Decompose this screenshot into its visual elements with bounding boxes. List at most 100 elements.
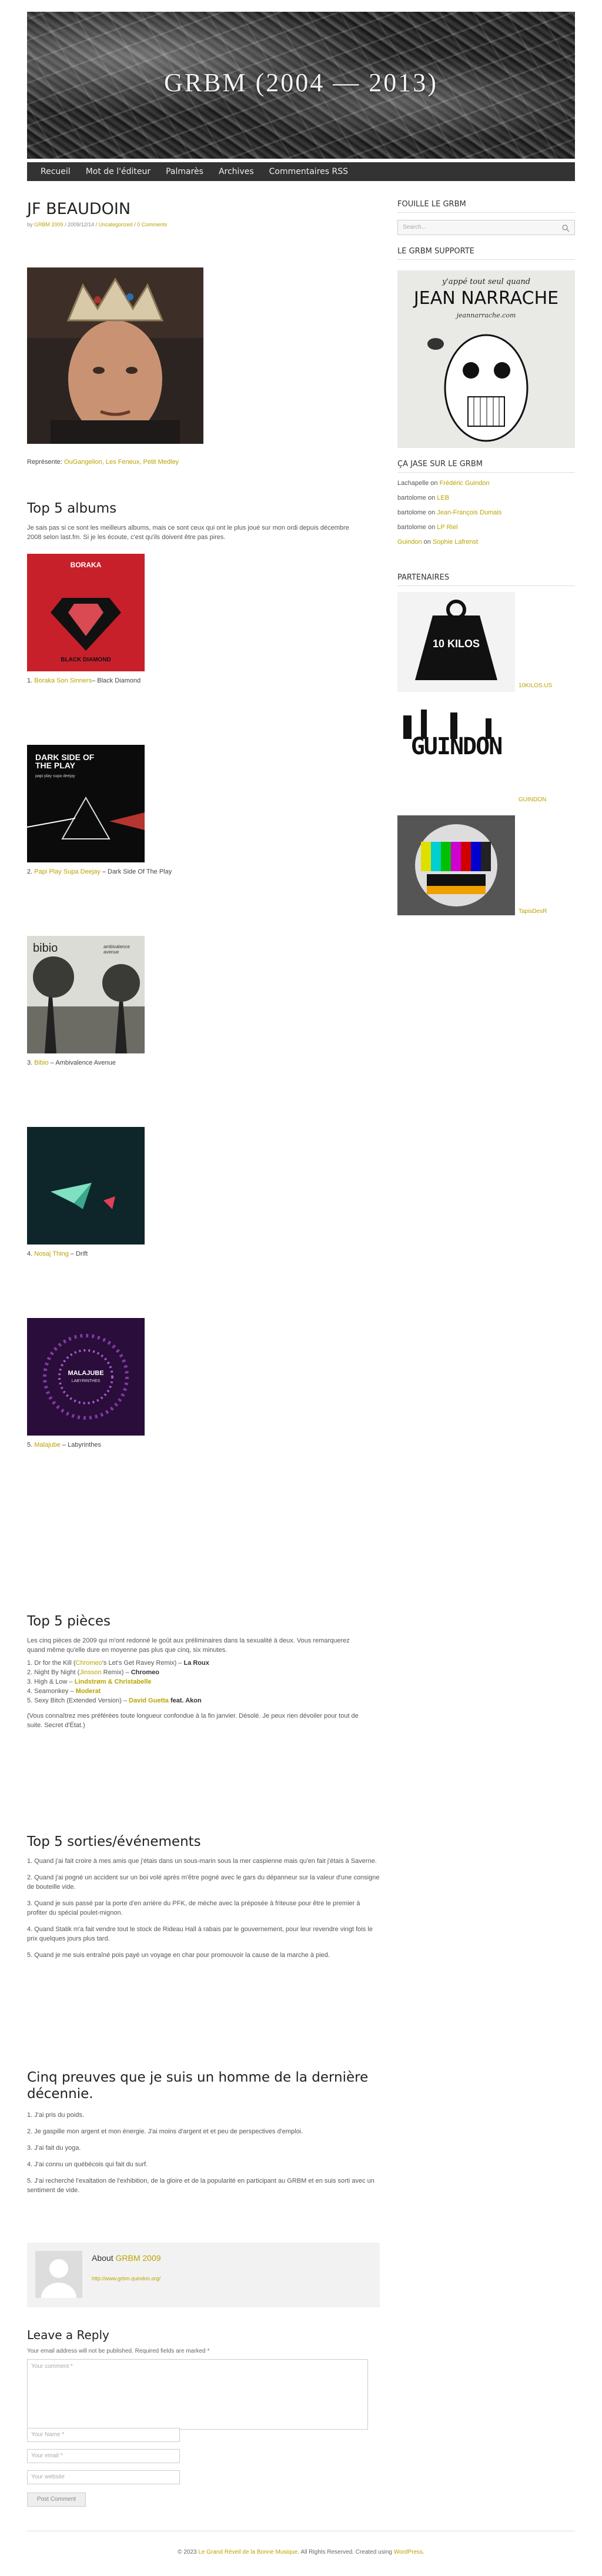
partner-link[interactable]: 10KILOS.US xyxy=(519,683,552,689)
represente-links[interactable]: OuGangelion, Les Feneux, Petit Medley xyxy=(64,459,179,466)
sorties-list: 1. Quand j'ai fait croire à mes amis que… xyxy=(27,1856,380,1960)
piece-link[interactable]: Moderat xyxy=(76,1688,101,1695)
top5-albums-heading: Top 5 albums xyxy=(27,501,117,516)
site-wrapper: GRBM (2004 — 2013) Recueil Mot de l'édit… xyxy=(27,12,575,181)
piece-text: Remix) – xyxy=(101,1669,131,1676)
site-footer: © 2023 Le Grand Réveil de la Bonne Musiq… xyxy=(27,2531,575,2555)
footer-wordpress-link[interactable]: WordPress xyxy=(394,2549,423,2555)
album-title: Dark Side Of The Play xyxy=(108,868,172,875)
supporte-heading: LE GRBM SUPPORTE xyxy=(397,247,575,260)
nav-item-archives[interactable]: Archives xyxy=(219,167,254,176)
meta-category-link[interactable]: Uncategorized xyxy=(99,222,133,228)
about-url[interactable]: http://www.grbm.quindon.org/ xyxy=(92,2276,160,2281)
album-cover[interactable] xyxy=(27,1127,145,1244)
comment-post-link[interactable]: Frédéric Guindon xyxy=(440,480,490,487)
piece-link[interactable]: David Guetta xyxy=(129,1697,169,1704)
avatar xyxy=(35,2251,82,2313)
piece-link[interactable]: Chromeo xyxy=(76,1660,102,1667)
meta-author-link[interactable]: GRBM 2009 xyxy=(34,222,63,228)
album-cover[interactable]: DARK SIDE OF THE PLAY papi play supa dee… xyxy=(27,745,145,862)
comment-post-link[interactable]: LP Riel xyxy=(437,524,457,531)
site-title[interactable]: GRBM (2004 — 2013) xyxy=(27,68,575,98)
nav-item-palmares[interactable]: Palmarès xyxy=(166,167,203,176)
sidebar: FOUILLE LE GRBM Search... LE GRBM SUPPOR… xyxy=(397,200,575,921)
album-caption: 5. Malajube – Labyrinthes xyxy=(27,1441,145,1448)
comment-entry: Lachapelle on Frédéric Guindon xyxy=(397,476,575,491)
cinq-list: 1. J'ai pris du poids. 2. Je gaspille mo… xyxy=(27,2110,380,2195)
meta-by: by xyxy=(27,222,33,228)
album-artist-link[interactable]: Bibio xyxy=(34,1059,48,1066)
comment-post-link[interactable]: Sophie Lafrenst xyxy=(433,538,478,546)
comment-author[interactable]: Guindon xyxy=(397,538,422,546)
comment-textarea[interactable]: Your comment * xyxy=(27,2359,368,2430)
website-field[interactable]: Your website xyxy=(27,2470,180,2484)
album-artist-link[interactable]: Nosaj Thing xyxy=(34,1250,69,1257)
drip-art xyxy=(403,710,491,739)
piece-artist: Chromeo xyxy=(131,1669,159,1676)
top5-sorties-heading: Top 5 sorties/événements xyxy=(27,1834,201,1849)
nav-item-mot-editeur[interactable]: Mot de l'éditeur xyxy=(86,167,150,176)
album-num: 1. xyxy=(27,677,33,684)
album-cover[interactable]: BORAKA BLACK DIAMOND xyxy=(27,554,145,671)
meta-date: / 2009/12/14 / xyxy=(65,222,98,228)
piece-text: 5. Sexy Bitch (Extended Version) – xyxy=(27,1697,129,1704)
album-title: Drift xyxy=(75,1250,88,1257)
fouille-heading: FOUILLE LE GRBM xyxy=(397,200,575,213)
email-field[interactable]: Your email * xyxy=(27,2449,180,2463)
name-field[interactable]: Your Name * xyxy=(27,2428,180,2442)
about-author-link[interactable]: GRBM 2009 xyxy=(115,2253,160,2263)
reply-section: Leave a Reply Your email address will no… xyxy=(27,2328,380,2507)
search-placeholder: Search... xyxy=(403,224,427,230)
search-icon[interactable] xyxy=(561,224,570,232)
partner-art-text: 10 KILOS xyxy=(432,638,480,650)
partner-logo[interactable]: GUINDON xyxy=(397,704,515,804)
meta-comments-link[interactable]: 0 Comments xyxy=(137,222,167,228)
piece-link[interactable]: Jinsson xyxy=(79,1669,101,1676)
search-input[interactable]: Search... xyxy=(397,220,575,235)
comment-post-link[interactable]: LEB xyxy=(437,494,449,501)
album-item: bibio ambivalence avenue 3. Bibio – Ambi… xyxy=(27,936,145,1066)
album-artist-link[interactable]: Boraka Son Sinners xyxy=(34,677,92,684)
album-artist-link[interactable]: Papi Play Supa Deejay xyxy=(34,868,101,875)
preuve-item: 5. J'ai recherché l'exaltation de l'exhi… xyxy=(27,2177,374,2194)
partner-link[interactable]: TapisDesR xyxy=(519,908,547,915)
album-artist-link[interactable]: Malajube xyxy=(34,1441,61,1448)
comment-on: on xyxy=(422,538,433,546)
album-num: 4. xyxy=(27,1250,33,1257)
comment-entry: bartolome on LEB xyxy=(397,491,575,506)
album-sep: – xyxy=(48,1059,56,1066)
album-num: 3. xyxy=(27,1059,33,1066)
footer-text: . xyxy=(423,2549,424,2555)
piece-link[interactable]: Lindstrøm & Christabelle xyxy=(75,1678,152,1685)
pieces-outro: (Vous connaîtrez mes préférées toute lon… xyxy=(27,1712,359,1729)
site-header-banner[interactable]: GRBM (2004 — 2013) xyxy=(27,12,575,159)
album-caption: 2. Papi Play Supa Deejay – Dark Side Of … xyxy=(27,868,172,875)
nav-item-recueil[interactable]: Recueil xyxy=(41,167,71,176)
jean-narrache-poster[interactable]: y'appé tout seul quand JEAN NARRACHE jea… xyxy=(397,270,575,448)
piece-item: 2. Night By Night (Jinsson Remix) – Chro… xyxy=(27,1668,380,1677)
pieces-list: 1. Dr for the Kill (Chromeo's Let's Get … xyxy=(27,1658,380,1705)
comment-author: bartolome xyxy=(397,524,426,531)
piece-item: 3. High & Low – Lindstrøm & Christabelle xyxy=(27,1677,380,1687)
nav-item-rss[interactable]: Commentaires RSS xyxy=(269,167,348,176)
comment-on: on xyxy=(429,480,440,487)
partners-list: 10 KILOS 10KILOS.US GUINDON GUINDON Tapi… xyxy=(397,592,575,921)
album-cover[interactable]: MALAJUBE LABYRINTHES xyxy=(27,1318,145,1436)
partner-link[interactable]: GUINDON xyxy=(519,797,546,803)
album-item: DARK SIDE OF THE PLAY papi play supa dee… xyxy=(27,745,172,875)
comment-on: on xyxy=(426,509,437,516)
comment-author: Lachapelle xyxy=(397,480,429,487)
footer-site-link[interactable]: Le Grand Réveil de la Bonne Musique xyxy=(198,2549,297,2555)
comment-post-link[interactable]: Jean-François Dumais xyxy=(437,509,501,516)
album-cover[interactable]: bibio ambivalence avenue xyxy=(27,936,145,1053)
partner-logo[interactable]: 10 KILOS xyxy=(397,592,515,692)
comment-entry: bartolome on LP Riel xyxy=(397,520,575,535)
about-label: About xyxy=(92,2253,113,2263)
album-caption: 3. Bibio – Ambivalence Avenue xyxy=(27,1059,145,1066)
comment-on: on xyxy=(426,524,437,531)
post-comment-button[interactable]: Post Comment xyxy=(27,2493,86,2507)
partner-logo[interactable] xyxy=(397,815,515,915)
piece-text: 's Let's Get Ravey Remix) – xyxy=(102,1660,184,1667)
comment-entry: bartolome on Jean-François Dumais xyxy=(397,506,575,520)
preuve-item: 4. J'ai connu un québécois qui fait du s… xyxy=(27,2161,148,2168)
